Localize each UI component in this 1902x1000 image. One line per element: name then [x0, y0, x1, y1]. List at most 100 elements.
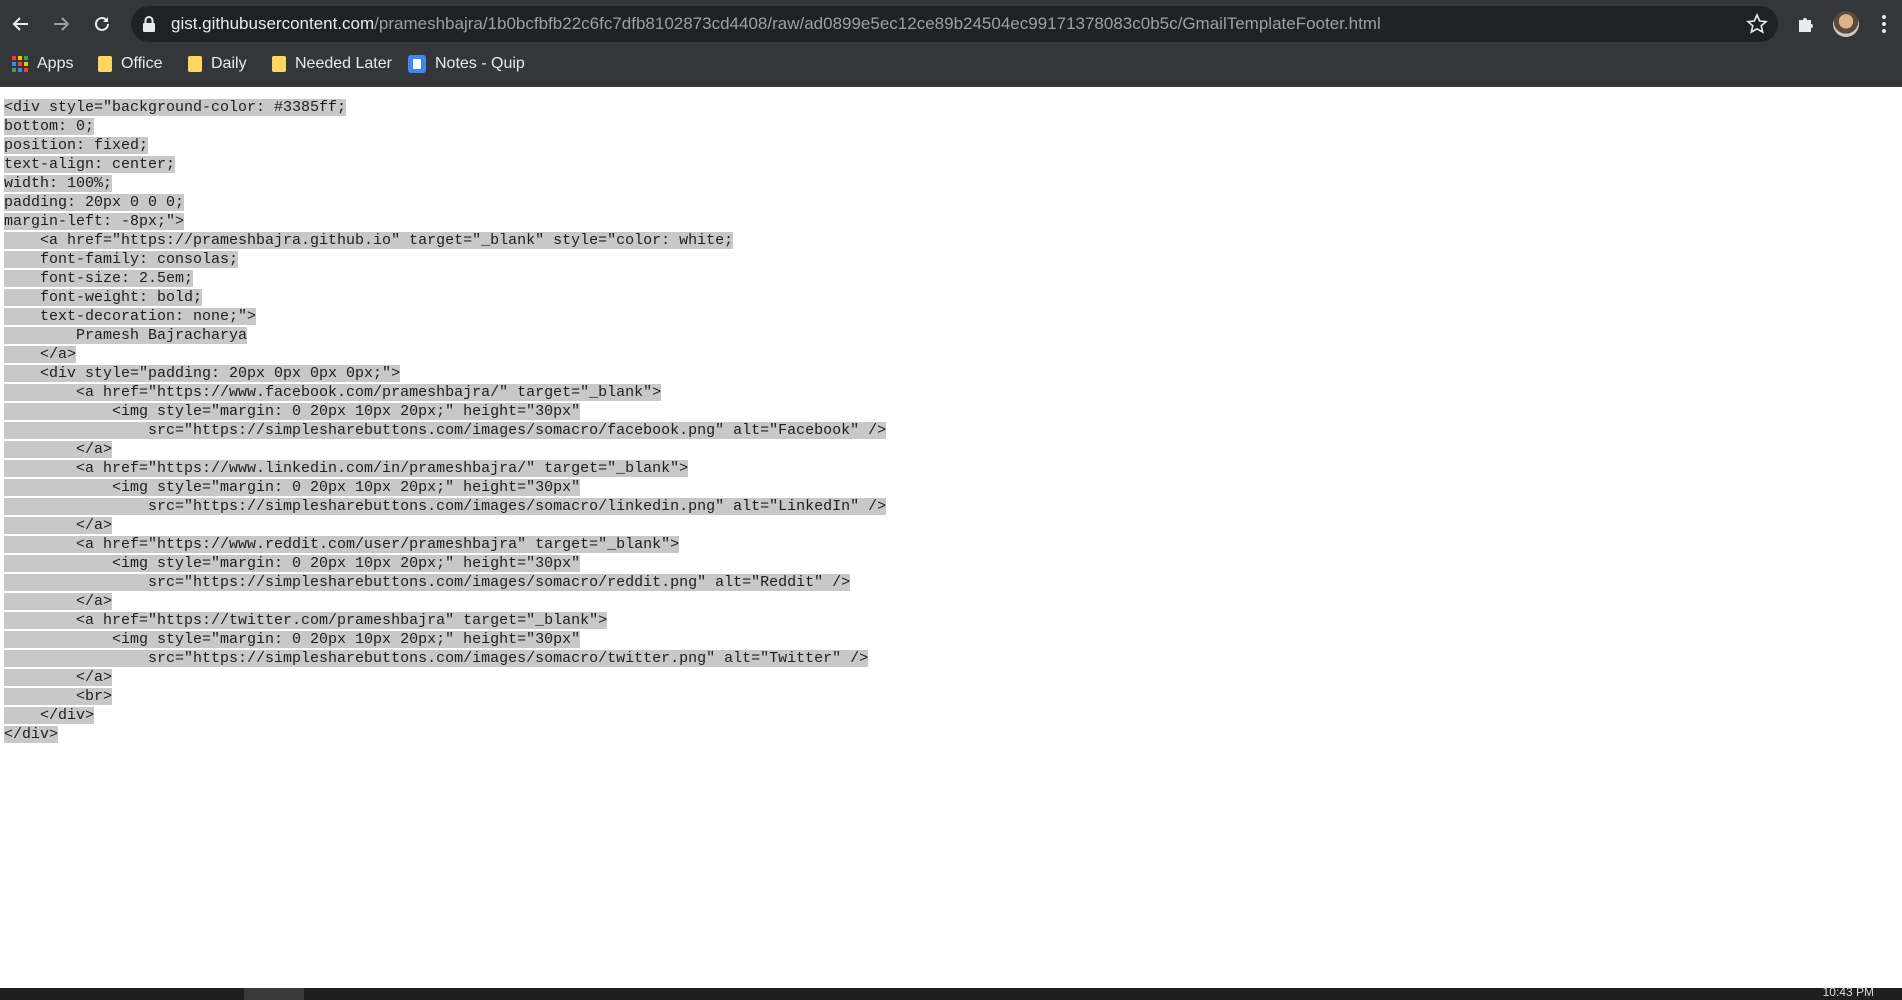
code-line: <img style="margin: 0 20px 10px 20px;" h…	[4, 554, 1884, 573]
code-line: Pramesh Bajracharya	[4, 326, 1884, 345]
code-line-text: <a href="https://www.reddit.com/user/pra…	[4, 536, 680, 553]
code-line: </div>	[4, 725, 1884, 744]
code-line: text-decoration: none;">	[4, 307, 1884, 326]
code-line-text: </a>	[4, 517, 113, 534]
page-content: <div style="background-color: #3385ff; bo…	[4, 98, 1884, 744]
code-line: text-align: center;	[4, 155, 1884, 174]
code-line: width: 100%;	[4, 174, 1884, 193]
address-bar[interactable]: gist.githubusercontent.com/prameshbajra/…	[131, 6, 1778, 42]
code-line-text: </a>	[4, 593, 113, 610]
code-line: <a href="https://www.reddit.com/user/pra…	[4, 535, 1884, 554]
code-line-text: font-family: consolas;	[4, 251, 239, 268]
code-line: bottom: 0;	[4, 117, 1884, 136]
code-line: <img style="margin: 0 20px 10px 20px;" h…	[4, 402, 1884, 421]
extensions-icon	[1799, 18, 1813, 32]
code-line: <a href="https://www.linkedin.com/in/pra…	[4, 459, 1884, 478]
bookmark-office[interactable]: Office	[98, 48, 163, 80]
code-line: src="https://simplesharebuttons.com/imag…	[4, 573, 1884, 592]
menu-icon	[1882, 15, 1886, 33]
code-line-text: <a href="https://prameshbajra.github.io"…	[4, 232, 734, 249]
taskbar-clock: 10:43 PM	[1822, 985, 1874, 999]
code-line-text: src="https://simplesharebuttons.com/imag…	[4, 574, 851, 591]
star-icon[interactable]	[1746, 13, 1768, 35]
code-line: padding: 20px 0 0 0;	[4, 193, 1884, 212]
code-line: <div style="padding: 20px 0px 0px 0px;">	[4, 364, 1884, 383]
folder-icon	[272, 56, 286, 72]
code-line-text: <a href="https://twitter.com/prameshbajr…	[4, 612, 608, 629]
url-host: gist.githubusercontent.com	[171, 14, 375, 33]
code-line: <img style="margin: 0 20px 10px 20px;" h…	[4, 478, 1884, 497]
raw-code-view[interactable]: <div style="background-color: #3385ff; bo…	[4, 98, 1884, 744]
code-line: </a>	[4, 668, 1884, 687]
bookmark-label: Needed Later	[295, 55, 392, 72]
reload-icon	[95, 16, 109, 31]
menu-button[interactable]	[1868, 8, 1900, 40]
code-line: position: fixed;	[4, 136, 1884, 155]
bookmark-label: Daily	[211, 55, 247, 72]
folder-icon	[98, 56, 112, 72]
folder-icon	[188, 56, 202, 72]
code-line: <div style="background-color: #3385ff;	[4, 98, 1884, 117]
code-line: font-size: 2.5em;	[4, 269, 1884, 288]
browser-chrome: gist.githubusercontent.com/prameshbajra/…	[0, 0, 1902, 87]
code-line-text: <div style="padding: 20px 0px 0px 0px;">	[4, 365, 401, 382]
code-line-text: <a href="https://www.facebook.com/prames…	[4, 384, 662, 401]
code-line: <a href="https://www.facebook.com/prames…	[4, 383, 1884, 402]
code-line-text: src="https://simplesharebuttons.com/imag…	[4, 422, 887, 439]
code-line-text: <img style="margin: 0 20px 10px 20px;" h…	[4, 479, 581, 496]
taskbar: 10:43 PM	[0, 985, 1902, 1000]
code-line: src="https://simplesharebuttons.com/imag…	[4, 421, 1884, 440]
code-line-text: margin-left: -8px;">	[4, 213, 185, 230]
bookmark-label: Office	[121, 55, 163, 72]
bookmark-label: Notes - Quip	[435, 55, 525, 72]
code-line-text: </div>	[4, 726, 59, 743]
code-line-text: font-weight: bold;	[4, 289, 203, 306]
profile-button[interactable]	[1830, 8, 1862, 40]
code-line: <a href="https://twitter.com/prameshbajr…	[4, 611, 1884, 630]
code-line-text: <img style="margin: 0 20px 10px 20px;" h…	[4, 631, 581, 648]
code-line: font-family: consolas;	[4, 250, 1884, 269]
code-line-text: </div>	[4, 707, 95, 724]
code-line-text: </a>	[4, 441, 113, 458]
code-line: </a>	[4, 516, 1884, 535]
code-line-text: font-size: 2.5em;	[4, 270, 194, 287]
code-line-text: </a>	[4, 669, 113, 686]
code-line: src="https://simplesharebuttons.com/imag…	[4, 497, 1884, 516]
taskbar-active-app[interactable]	[244, 988, 304, 1000]
forward-button[interactable]	[45, 8, 77, 40]
code-line: </div>	[4, 706, 1884, 725]
extensions-button[interactable]	[1790, 8, 1822, 40]
code-line-text: position: fixed;	[4, 137, 149, 154]
code-line-text: </a>	[4, 346, 77, 363]
code-line-text: <a href="https://www.linkedin.com/in/pra…	[4, 460, 689, 477]
code-line: <br>	[4, 687, 1884, 706]
lock-icon[interactable]	[141, 15, 157, 33]
reload-button[interactable]	[86, 8, 118, 40]
quip-icon	[408, 55, 426, 73]
code-line-text: Pramesh Bajracharya	[4, 327, 248, 344]
code-line: <a href="https://prameshbajra.github.io"…	[4, 231, 1884, 250]
code-line-text: padding: 20px 0 0 0;	[4, 194, 185, 211]
bookmark-label: Apps	[37, 55, 74, 72]
code-line-text: <div style="background-color: #3385ff;	[4, 99, 347, 116]
code-line: </a>	[4, 592, 1884, 611]
code-line-text: src="https://simplesharebuttons.com/imag…	[4, 650, 869, 667]
code-line-text: bottom: 0;	[4, 118, 95, 135]
bookmark-daily[interactable]: Daily	[188, 48, 247, 80]
code-line: </a>	[4, 440, 1884, 459]
profile-avatar	[1833, 11, 1859, 37]
code-line-text: <img style="margin: 0 20px 10px 20px;" h…	[4, 403, 581, 420]
bookmark-needed-later[interactable]: Needed Later	[272, 48, 392, 80]
bookmarks-bar: Apps Office Daily Needed Later Notes - Q…	[0, 48, 1902, 80]
url-text[interactable]: gist.githubusercontent.com/prameshbajra/…	[171, 6, 1381, 42]
code-line-text: src="https://simplesharebuttons.com/imag…	[4, 498, 887, 515]
back-icon	[12, 17, 28, 31]
code-line: src="https://simplesharebuttons.com/imag…	[4, 649, 1884, 668]
code-line: font-weight: bold;	[4, 288, 1884, 307]
code-line: margin-left: -8px;">	[4, 212, 1884, 231]
back-button[interactable]	[5, 8, 37, 40]
bookmark-notes-quip[interactable]: Notes - Quip	[408, 48, 525, 80]
bookmark-apps[interactable]: Apps	[12, 48, 73, 80]
code-line-text: text-align: center;	[4, 156, 176, 173]
code-line: <img style="margin: 0 20px 10px 20px;" h…	[4, 630, 1884, 649]
